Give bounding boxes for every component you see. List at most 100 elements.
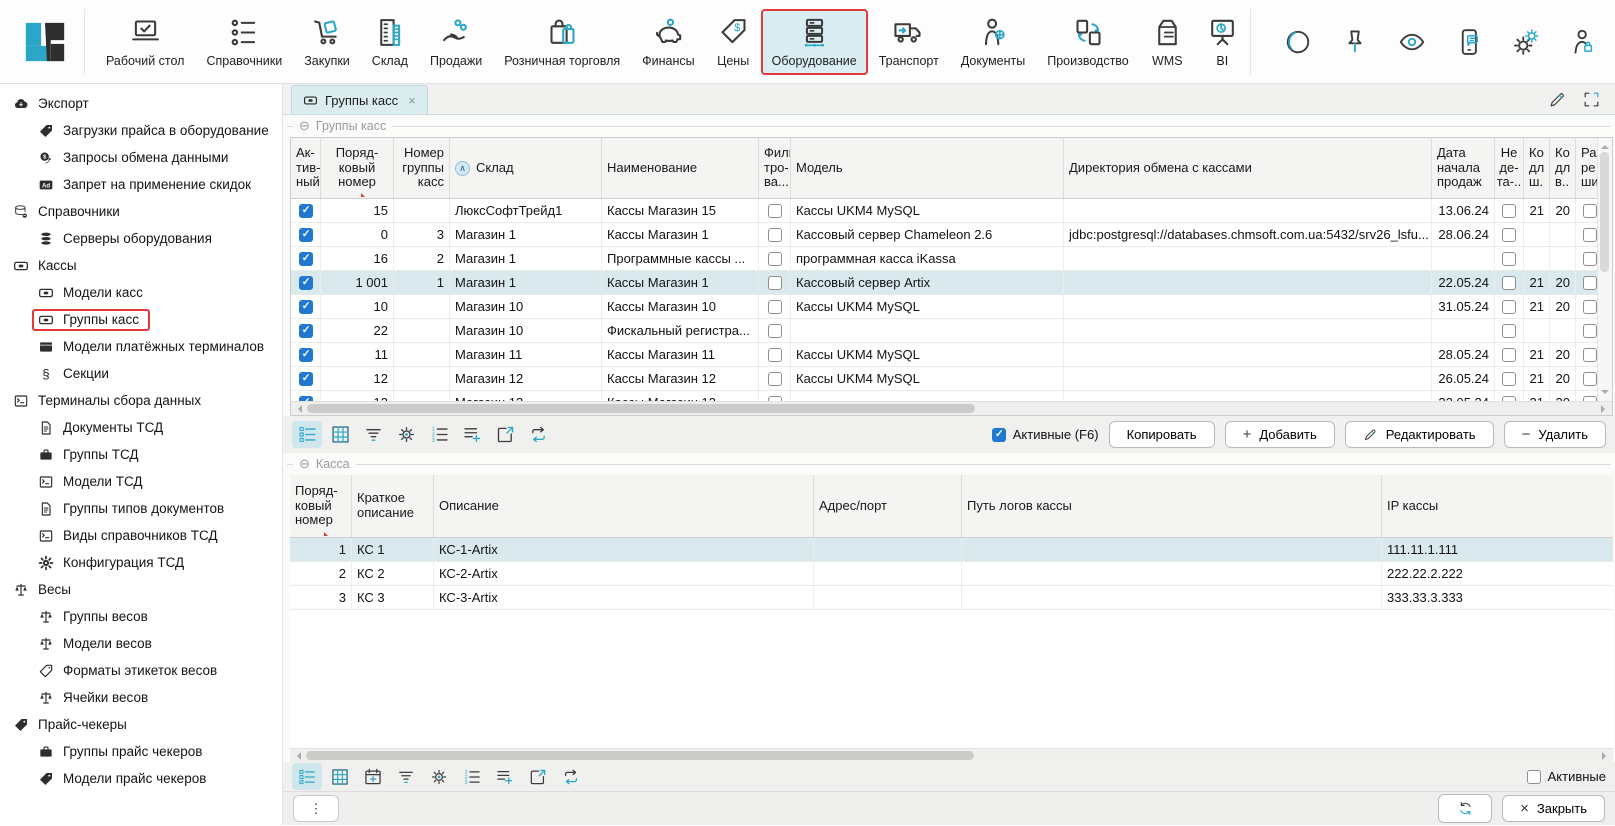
scroll-up-icon[interactable]: [1601, 141, 1609, 149]
sidebar-item-4[interactable]: Запрет на применение скидок: [0, 171, 282, 198]
groups-row-8[interactable]: 12Магазин 12Кассы Магазин 12Кассы UKM4 M…: [291, 367, 1612, 391]
copy-button[interactable]: Копировать: [1109, 421, 1215, 448]
kassa-filter-button[interactable]: [391, 763, 421, 790]
kassa-settings-button[interactable]: [424, 763, 454, 790]
sidebar-item-17[interactable]: Виды справочников ТСД: [0, 522, 282, 549]
row-checkbox[interactable]: [1583, 228, 1597, 242]
tab-gruppy-kass[interactable]: Группы касс ×: [291, 85, 428, 114]
row-checkbox[interactable]: [299, 372, 313, 386]
scroll-left-icon[interactable]: [293, 752, 301, 760]
groups-settings-button[interactable]: [391, 421, 421, 448]
sidebar-item-10[interactable]: Модели платёжных терминалов: [0, 333, 282, 360]
row-checkbox[interactable]: [768, 204, 782, 218]
column-header[interactable]: Дата начала продаж: [1432, 138, 1495, 198]
clock-button[interactable]: [1283, 27, 1313, 57]
kassa-numbered-list-button[interactable]: [457, 763, 487, 790]
vertical-scrollbar[interactable]: [1597, 138, 1612, 401]
groups-row-7[interactable]: 11Магазин 11Кассы Магазин 11Кассы UKM4 M…: [291, 343, 1612, 367]
top-nav-item-1[interactable]: Рабочий стол: [95, 9, 195, 75]
column-header[interactable]: Описание: [434, 475, 814, 537]
sidebar-item-15[interactable]: Модели ТСД: [0, 468, 282, 495]
scroll-down-icon[interactable]: [1601, 390, 1609, 398]
row-checkbox[interactable]: [1583, 372, 1597, 386]
scroll-left-icon[interactable]: [294, 405, 302, 413]
groups-row-2[interactable]: 03Магазин 1Кассы Магазин 1Кассовый серве…: [291, 223, 1612, 247]
sidebar-item-26[interactable]: Модели прайс чекеров: [0, 765, 282, 792]
fullscreen-icon[interactable]: [1582, 90, 1601, 109]
horizontal-scroll-thumb[interactable]: [306, 751, 974, 760]
chat-button[interactable]: [1454, 27, 1484, 57]
row-checkbox[interactable]: [299, 324, 313, 338]
close-button[interactable]: × Закрыть: [1502, 795, 1605, 822]
row-checkbox[interactable]: [299, 252, 313, 266]
sidebar-item-14[interactable]: Группы ТСД: [0, 441, 282, 468]
collapse-icon[interactable]: ⊖: [299, 456, 310, 472]
column-header[interactable]: ∧Склад: [450, 138, 602, 198]
kassa-row-2[interactable]: 2КС 2КС-2-Artix222.22.2.222: [290, 562, 1613, 586]
row-checkbox[interactable]: [1502, 252, 1516, 266]
row-checkbox[interactable]: [1502, 300, 1516, 314]
row-checkbox[interactable]: [768, 228, 782, 242]
row-checkbox[interactable]: [1502, 324, 1516, 338]
column-header[interactable]: Модель: [791, 138, 1064, 198]
top-nav-item-9[interactable]: Оборудование: [761, 9, 868, 75]
top-nav-item-11[interactable]: Документы: [950, 9, 1036, 75]
groups-row-9[interactable]: 13Магазин 13Кассы Магазин 1322.05.242120: [291, 391, 1612, 401]
row-checkbox[interactable]: [1583, 252, 1597, 266]
sidebar-item-5[interactable]: Справочники: [0, 198, 282, 225]
column-header[interactable]: Ко дл ш.: [1524, 138, 1550, 198]
sort-icon[interactable]: ∧: [455, 161, 470, 176]
column-header[interactable]: Директория обмена с кассами: [1064, 138, 1432, 198]
row-checkbox[interactable]: [299, 348, 313, 362]
top-nav-item-3[interactable]: Закупки: [293, 9, 361, 75]
row-checkbox[interactable]: [1502, 348, 1516, 362]
row-checkbox[interactable]: [1583, 348, 1597, 362]
sidebar-item-25[interactable]: Группы прайс чекеров: [0, 738, 282, 765]
kassa-grid-button[interactable]: [325, 763, 355, 790]
row-checkbox[interactable]: [1502, 204, 1516, 218]
column-header[interactable]: Наименование: [602, 138, 759, 198]
row-checkbox[interactable]: [768, 324, 782, 338]
kassa-row-1[interactable]: 1КС 1КС-1-Artix111.11.1.111: [290, 538, 1613, 562]
groups-sync-loop-button[interactable]: [523, 421, 553, 448]
refresh-button[interactable]: [1438, 794, 1492, 823]
more-actions-button[interactable]: ⋮: [293, 795, 339, 822]
column-header[interactable]: Ко дл в..: [1550, 138, 1576, 198]
row-checkbox[interactable]: [299, 228, 313, 242]
top-nav-item-7[interactable]: Финансы: [631, 9, 705, 75]
user-lock-button[interactable]: [1568, 27, 1598, 57]
kassa-calendar-button[interactable]: [358, 763, 388, 790]
sidebar-item-11[interactable]: Секции: [0, 360, 282, 387]
sidebar-item-22[interactable]: Форматы этикеток весов: [0, 657, 282, 684]
column-header[interactable]: Адрес/порт: [814, 475, 962, 537]
groups-list-add-button[interactable]: [457, 421, 487, 448]
sidebar-item-24[interactable]: Прайс-чекеры: [0, 711, 282, 738]
kassa-list-view-button[interactable]: [292, 763, 322, 790]
groups-row-1[interactable]: 15ЛюксСофтТрейд1Кассы Магазин 15Кассы UK…: [291, 199, 1612, 223]
groups-numbered-list-button[interactable]: [424, 421, 454, 448]
column-header[interactable]: Путь логов кассы: [962, 475, 1382, 537]
sidebar-item-3[interactable]: Запросы обмена данными: [0, 144, 282, 171]
column-header[interactable]: Поряд- ковый номер: [290, 475, 352, 537]
top-nav-item-14[interactable]: BI: [1195, 9, 1250, 75]
groups-list-view-button[interactable]: [292, 421, 322, 448]
horizontal-scroll-thumb[interactable]: [307, 404, 975, 413]
row-checkbox[interactable]: [768, 372, 782, 386]
sidebar-item-21[interactable]: Модели весов: [0, 630, 282, 657]
sidebar-item-6[interactable]: Серверы оборудования: [0, 225, 282, 252]
row-checkbox[interactable]: [299, 204, 313, 218]
top-nav-item-13[interactable]: WMS: [1140, 9, 1195, 75]
sidebar-item-7[interactable]: Кассы: [0, 252, 282, 279]
row-checkbox[interactable]: [1502, 228, 1516, 242]
row-checkbox[interactable]: [299, 300, 313, 314]
sidebar-item-16[interactable]: Группы типов документов: [0, 495, 282, 522]
row-checkbox[interactable]: [1583, 276, 1597, 290]
top-nav-item-5[interactable]: Продажи: [419, 9, 493, 75]
top-nav-item-2[interactable]: Справочники: [195, 9, 293, 75]
app-logo-icon[interactable]: [22, 19, 68, 65]
kassa-row-3[interactable]: 3КС 3КС-3-Artix333.33.3.333: [290, 586, 1613, 610]
top-nav-item-6[interactable]: Розничная торговля: [493, 9, 631, 75]
horizontal-scrollbar[interactable]: [291, 401, 1612, 415]
sidebar-item-8[interactable]: Модели касс: [0, 279, 282, 306]
groups-row-6[interactable]: 22Магазин 10Фискальный регистра...: [291, 319, 1612, 343]
